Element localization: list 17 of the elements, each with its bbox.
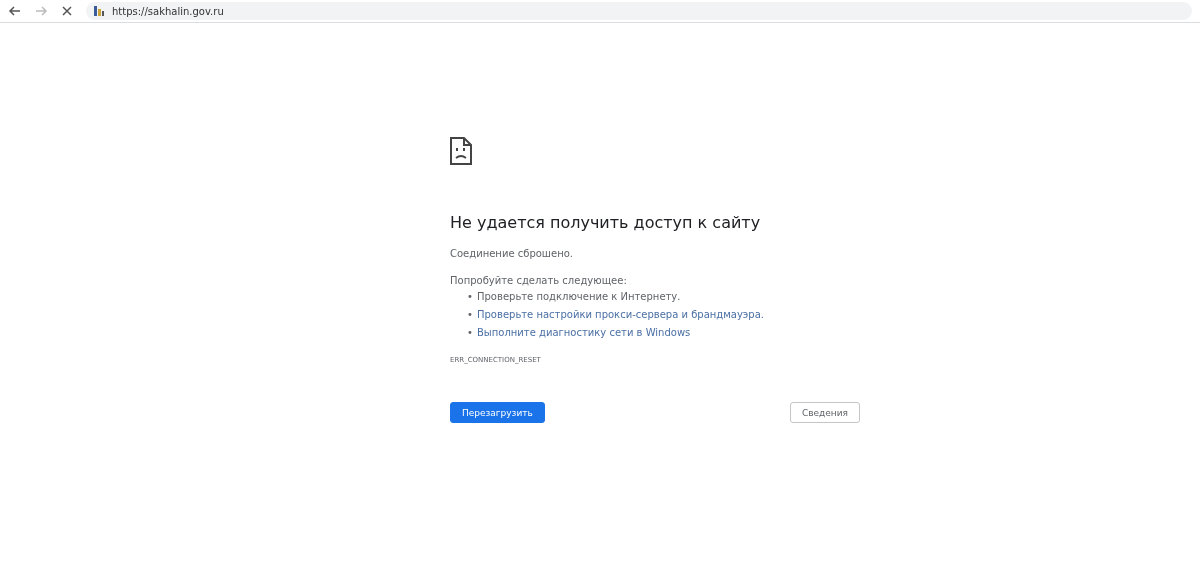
error-title: Не удается получить доступ к сайту [450,213,762,232]
details-button[interactable]: Сведения [789,402,860,423]
bullet: • [467,326,473,340]
url-text: https://sakhalin.gov.ru [112,5,224,17]
back-icon[interactable] [8,4,22,18]
address-bar[interactable]: https://sakhalin.gov.ru [86,2,1192,20]
suggestion-link[interactable]: Проверьте настройки прокси-сервера и брандмауэра. [477,308,764,322]
suggestion-text: Проверьте подключение к Интернету. [477,290,681,304]
site-icon [92,4,106,18]
bullet: • [467,308,473,322]
sad-page-icon [450,137,472,165]
bullet: • [467,290,473,304]
suggestions-heading: Попробуйте сделать следующее: [450,275,628,286]
close-icon[interactable] [60,4,74,18]
error-message: Соединение сброшено. [450,248,574,259]
reload-button[interactable]: Перезагрузить [450,402,545,423]
suggestion-link[interactable]: Выполните диагностику сети в Windows [477,326,691,340]
